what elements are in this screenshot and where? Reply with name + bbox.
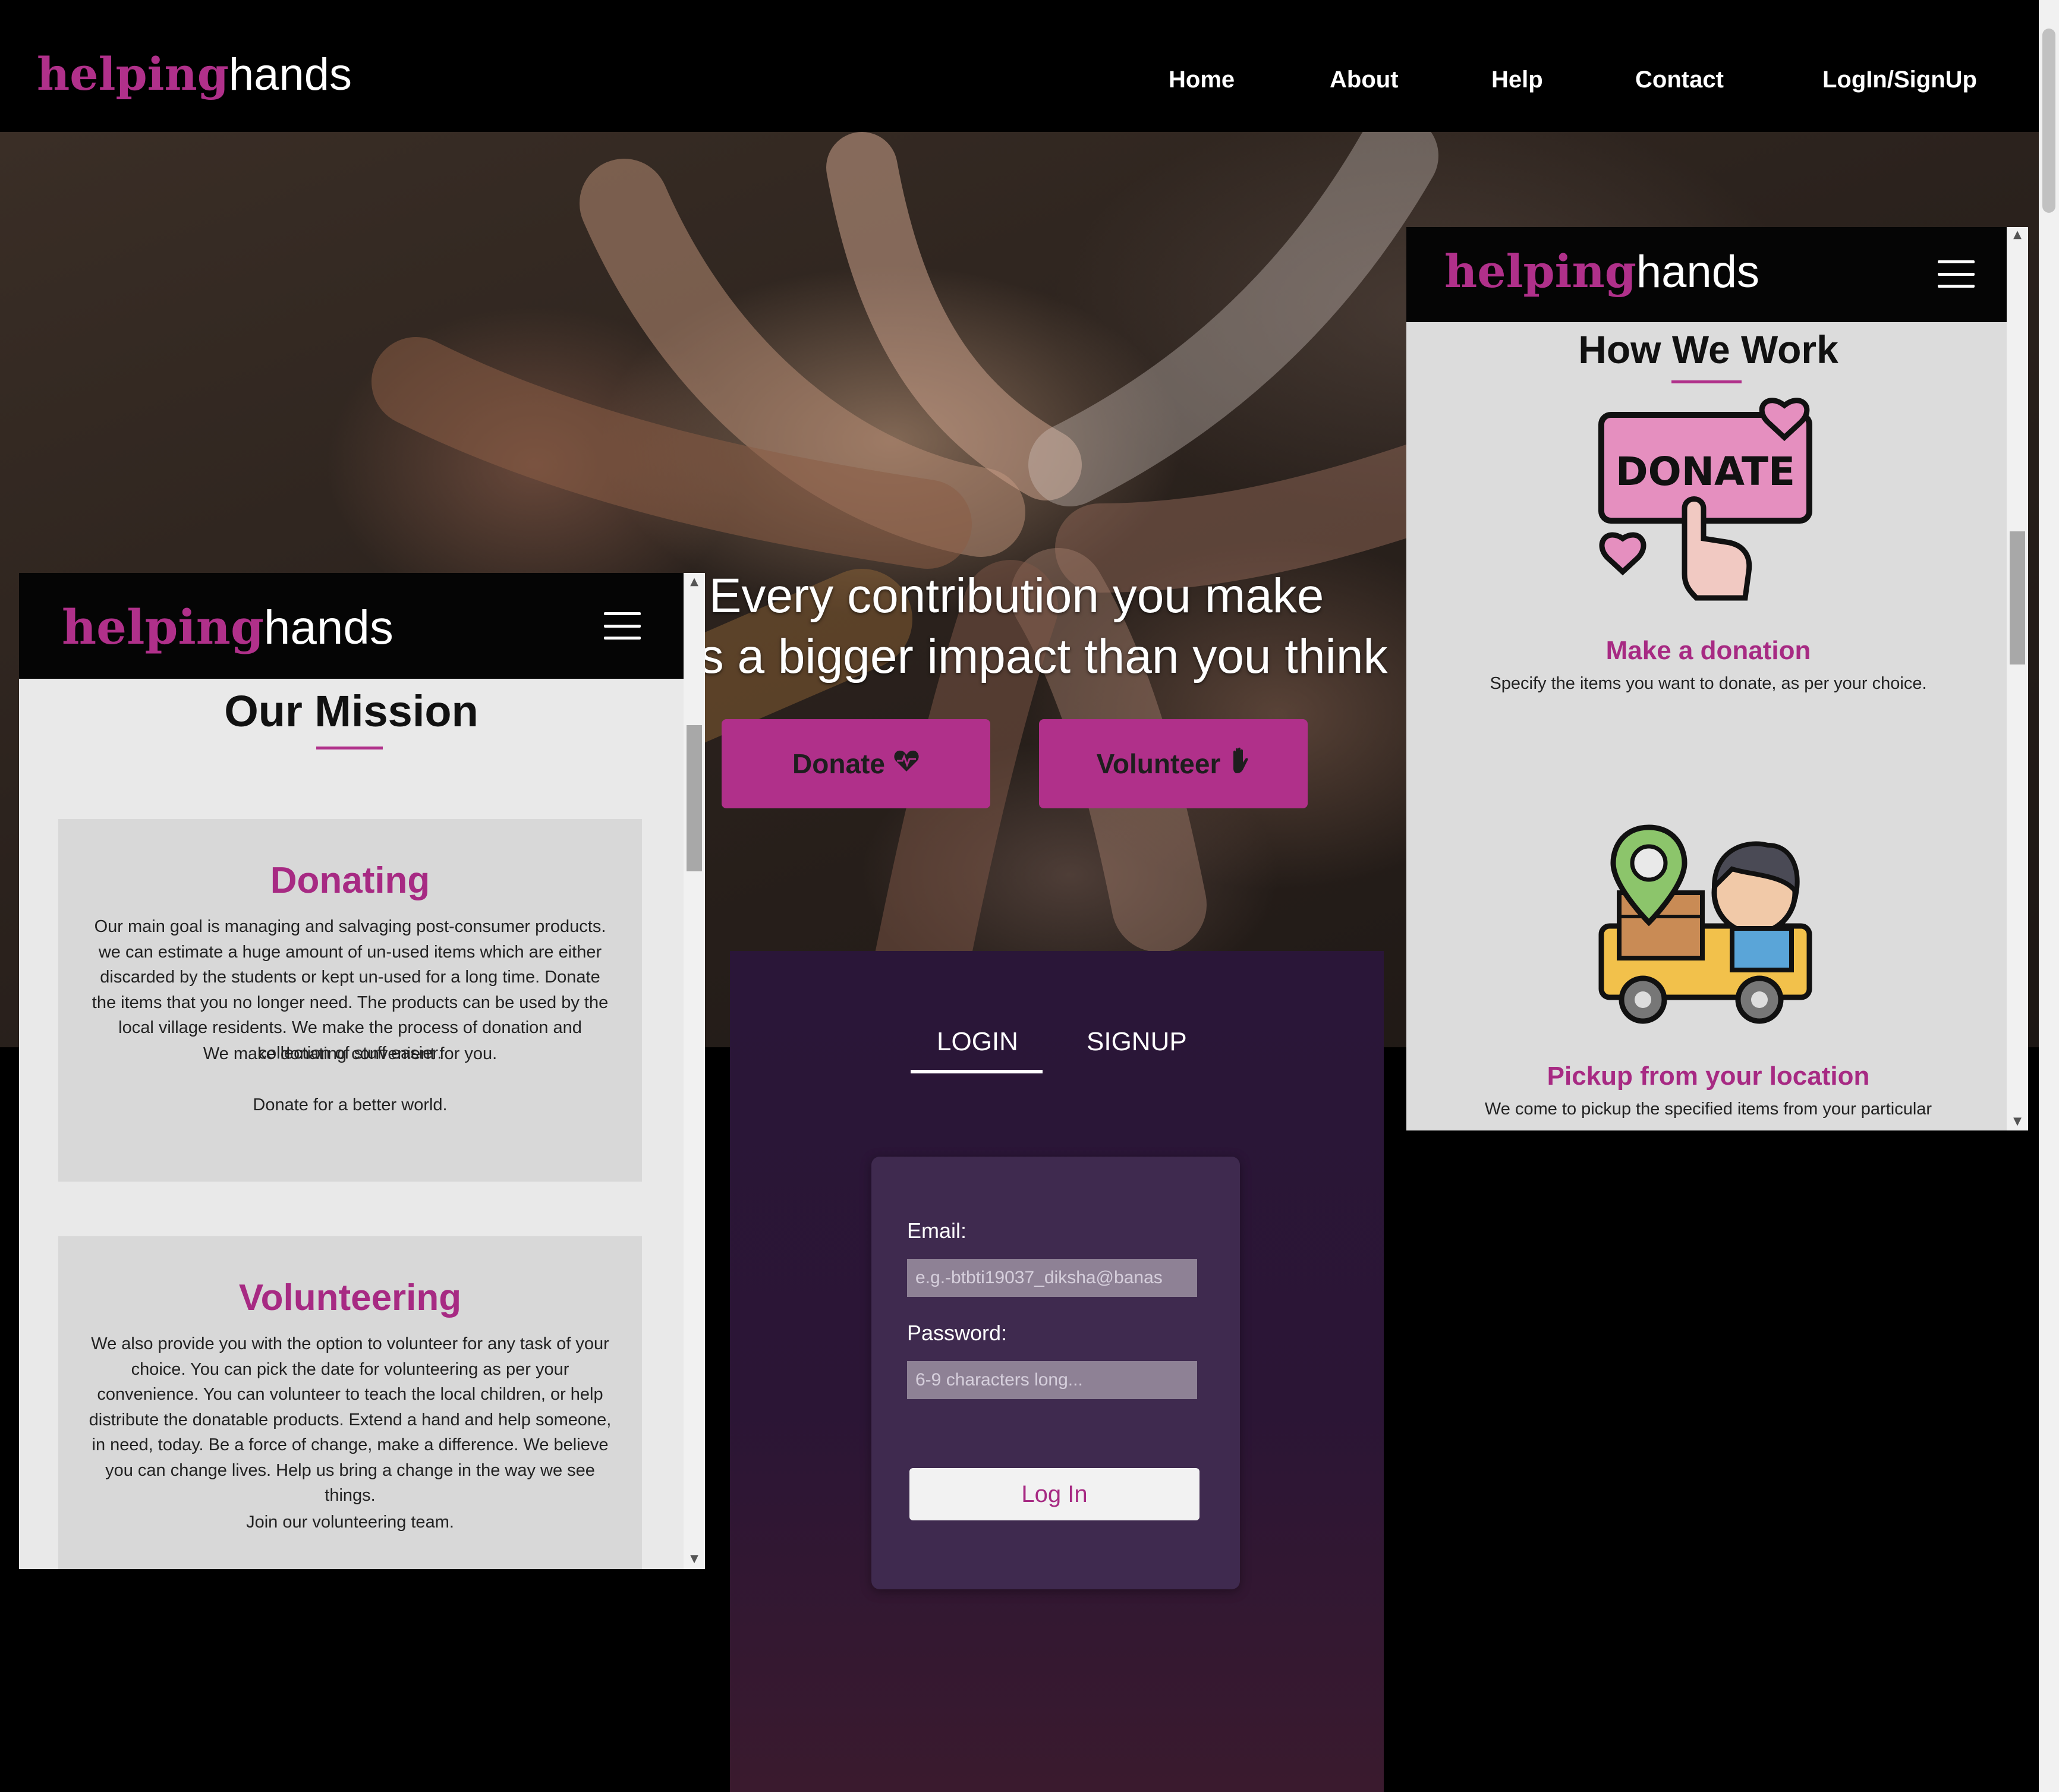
donating-card-line3: Donate for a better world. <box>253 1095 448 1114</box>
site-logo[interactable]: helpinghands <box>37 48 352 100</box>
donating-card-line2: We make donating convenient for you. <box>203 1044 498 1063</box>
how-we-work-title: How We Work <box>1578 327 1838 371</box>
logo-part-hands: hands <box>1636 247 1759 297</box>
login-signup-panel: LOGIN SIGNUP Email: Password: Log In <box>730 951 1384 1792</box>
scroll-down-arrow-icon[interactable]: ▼ <box>684 1552 705 1565</box>
page-scrollbar[interactable] <box>2039 0 2059 1792</box>
logo-part-helping: helping <box>1444 245 1636 298</box>
nav-login-signup[interactable]: LogIn/SignUp <box>1822 67 1977 93</box>
mission-mobile-panel: helpinghands ▲ ▼ Our Mission Donating Ou… <box>19 573 705 1569</box>
password-field[interactable] <box>907 1361 1197 1399</box>
donate-sign-icon: DONATE <box>1598 398 1812 601</box>
mission-panel-logo[interactable]: helpinghands <box>62 599 393 655</box>
scroll-up-arrow-icon[interactable]: ▲ <box>684 575 705 588</box>
page-scrollbar-thumb[interactable] <box>2042 29 2055 213</box>
donate-button-label: Donate <box>792 748 885 779</box>
volunteering-card: Volunteering We also provide you with th… <box>58 1236 642 1569</box>
login-submit-button[interactable]: Log In <box>909 1468 1199 1520</box>
volunteering-card-body: We also provide you with the option to v… <box>89 1334 612 1505</box>
heartbeat-icon <box>893 749 920 779</box>
hamburger-menu-icon[interactable] <box>604 612 641 640</box>
donate-sign-text: DONATE <box>1616 449 1795 495</box>
step-pickup-title: Pickup from your location <box>1547 1062 1870 1091</box>
logo-part-helping: helping <box>62 599 264 655</box>
work-panel-header: helpinghands <box>1406 227 2009 322</box>
login-form-card: Email: Password: Log In <box>871 1157 1240 1589</box>
how-we-work-mobile-panel: helpinghands ▲ ▼ How We Work DONATE Make… <box>1406 227 2028 1130</box>
donating-card: Donating Our main goal is managing and s… <box>58 819 642 1182</box>
email-label: Email: <box>907 1218 967 1243</box>
scroll-up-arrow-icon[interactable]: ▲ <box>2007 228 2028 241</box>
volunteer-button[interactable]: Volunteer <box>1039 719 1308 808</box>
top-navbar: helpinghands Home About Help Contact Log… <box>0 0 2039 132</box>
hamburger-menu-icon[interactable] <box>1938 260 1975 288</box>
email-field[interactable] <box>907 1259 1197 1297</box>
step-make-donation-desc: Specify the items you want to donate, as… <box>1490 674 1927 693</box>
active-tab-underline <box>911 1070 1043 1073</box>
mission-panel-header: helpinghands <box>19 573 684 679</box>
how-we-work-underline <box>1671 380 1742 383</box>
work-panel-logo[interactable]: helpinghands <box>1444 245 1759 298</box>
volunteering-card-line3: Join our volunteering team. <box>246 1513 454 1532</box>
mission-scrollbar-thumb[interactable] <box>687 725 702 871</box>
nav-about[interactable]: About <box>1330 67 1399 93</box>
nav-home[interactable]: Home <box>1169 67 1235 93</box>
mission-title: Our Mission <box>224 686 478 736</box>
mission-panel-scrollbar[interactable]: ▲ ▼ <box>684 573 705 1569</box>
tab-signup[interactable]: SIGNUP <box>1087 1027 1187 1057</box>
hero-headline: Every contribution you make has a bigger… <box>594 566 1438 687</box>
hero-headline-line2: has a bigger impact than you think <box>645 629 1388 684</box>
donate-button[interactable]: Donate <box>722 719 990 808</box>
hero-headline-line1: Every contribution you make <box>709 569 1324 623</box>
pickup-truck-icon <box>1598 824 1812 1024</box>
step-make-donation-title: Make a donation <box>1605 636 1811 665</box>
volunteering-card-title: Volunteering <box>238 1277 462 1318</box>
raised-hand-icon <box>1229 747 1250 780</box>
work-scrollbar-thumb[interactable] <box>2010 531 2025 664</box>
password-label: Password: <box>907 1321 1008 1345</box>
volunteer-button-label: Volunteer <box>1096 748 1221 779</box>
nav-help[interactable]: Help <box>1491 67 1543 93</box>
donating-card-title: Donating <box>270 860 430 901</box>
nav-contact[interactable]: Contact <box>1635 67 1724 93</box>
mission-title-underline <box>316 747 383 749</box>
step-pickup-desc: We come to pickup the specified items fr… <box>1484 1100 1932 1119</box>
logo-part-hands: hands <box>263 601 393 654</box>
logo-part-helping: helping <box>37 48 229 100</box>
tab-login[interactable]: LOGIN <box>937 1027 1018 1057</box>
logo-part-hands: hands <box>228 49 352 100</box>
